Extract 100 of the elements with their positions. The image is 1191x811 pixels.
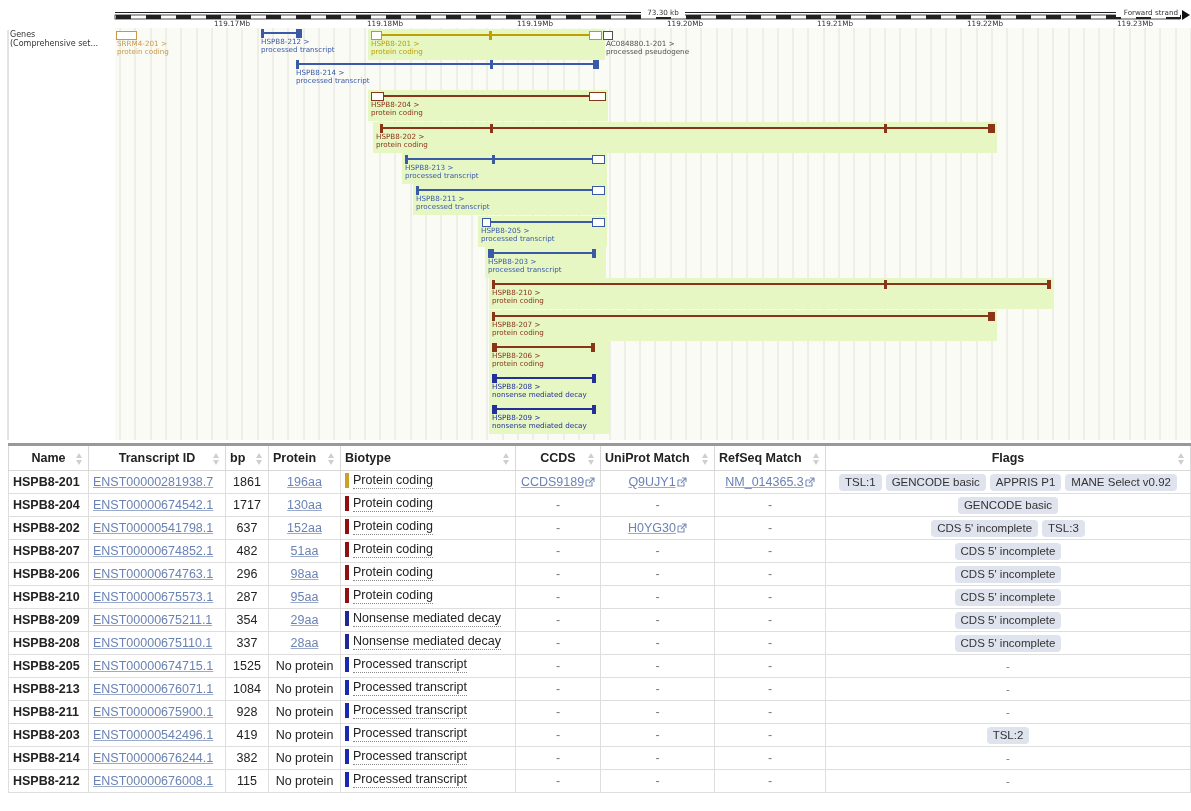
external-link-icon[interactable] bbox=[676, 523, 687, 533]
protein-value: No protein bbox=[275, 659, 334, 673]
empty-value: - bbox=[1006, 706, 1010, 718]
empty-value: - bbox=[767, 774, 773, 788]
empty-value: - bbox=[767, 682, 773, 696]
empty-value: - bbox=[655, 567, 660, 581]
protein-value: No protein bbox=[275, 728, 334, 742]
length-value: 287 bbox=[236, 590, 258, 604]
flag-badge: CDS 5' incomplete bbox=[954, 542, 1062, 560]
column-header[interactable]: bp bbox=[230, 451, 246, 465]
transcript-name: HSPB8-211 bbox=[13, 705, 79, 719]
protein-value: No protein bbox=[275, 774, 334, 788]
empty-value: - bbox=[767, 751, 773, 765]
flag-badge: CDS 5' incomplete bbox=[954, 611, 1062, 629]
biotype-text: Protein coding bbox=[353, 564, 433, 581]
biotype-text: Protein coding bbox=[353, 587, 433, 604]
external-link-icon[interactable] bbox=[585, 477, 596, 487]
empty-value: - bbox=[655, 751, 660, 765]
length-value: 637 bbox=[236, 521, 258, 535]
biotype-text: Protein coding bbox=[353, 495, 433, 512]
transcript-name: HSPB8-202 bbox=[13, 521, 80, 535]
length-value: 419 bbox=[236, 728, 258, 742]
empty-value: - bbox=[767, 728, 773, 742]
empty-value: - bbox=[655, 659, 660, 673]
transcript-model[interactable] bbox=[491, 373, 596, 383]
flag-badge: CDS 5' incomplete bbox=[954, 634, 1062, 652]
transcript-model[interactable] bbox=[481, 217, 605, 227]
column-header[interactable]: Biotype bbox=[345, 451, 391, 465]
empty-value: - bbox=[555, 682, 561, 696]
empty-value: - bbox=[555, 751, 561, 765]
empty-value: - bbox=[555, 590, 561, 604]
flag-badge: TSL:3 bbox=[1042, 519, 1085, 537]
transcript-model[interactable] bbox=[602, 30, 613, 40]
empty-value: - bbox=[767, 521, 773, 535]
transcript-name: HSPB8-212 bbox=[13, 774, 80, 788]
transcript-name: HSPB8-214 bbox=[13, 751, 80, 765]
empty-value: - bbox=[655, 705, 660, 719]
empty-value: - bbox=[555, 544, 561, 558]
biotype-text: Processed transcript bbox=[353, 679, 467, 696]
empty-value: - bbox=[1006, 660, 1010, 672]
track-sublabel: (Comprehensive set... bbox=[10, 39, 98, 48]
empty-value: - bbox=[767, 613, 773, 627]
length-value: 1525 bbox=[233, 659, 261, 673]
empty-value: - bbox=[555, 705, 561, 719]
transcript-name: HSPB8-201 bbox=[13, 475, 80, 489]
biotype-text: Nonsense mediated decay bbox=[353, 633, 501, 650]
flag-badge: TSL:1 bbox=[838, 473, 882, 491]
transcript-model[interactable] bbox=[491, 404, 596, 414]
empty-value: - bbox=[767, 567, 773, 581]
empty-value: - bbox=[655, 613, 660, 627]
strand-arrow-icon bbox=[1182, 10, 1190, 20]
flag-badge: APPRIS P1 bbox=[989, 473, 1062, 491]
transcript-model[interactable] bbox=[370, 91, 606, 101]
track-label: Genes bbox=[10, 30, 36, 39]
empty-value: - bbox=[1006, 683, 1010, 695]
column-header[interactable]: Flags bbox=[991, 451, 1025, 465]
length-value: 1084 bbox=[233, 682, 261, 696]
transcript-model[interactable] bbox=[379, 123, 995, 133]
length-value: 928 bbox=[236, 705, 258, 719]
empty-value: - bbox=[767, 659, 773, 673]
biotype-text: Processed transcript bbox=[353, 656, 467, 673]
length-value: 296 bbox=[236, 567, 258, 581]
empty-value: - bbox=[1006, 775, 1010, 787]
transcript-model[interactable] bbox=[491, 279, 1051, 289]
flag-badge: TSL:2 bbox=[986, 726, 1030, 744]
external-link-icon[interactable] bbox=[804, 477, 815, 487]
empty-value: - bbox=[555, 728, 561, 742]
transcript-name: HSPB8-209 bbox=[13, 613, 80, 627]
empty-value: - bbox=[555, 659, 561, 673]
length-value: 382 bbox=[236, 751, 258, 765]
transcript-model[interactable] bbox=[295, 59, 599, 69]
biotype-text: Protein coding bbox=[353, 541, 433, 558]
length-value: 482 bbox=[236, 544, 258, 558]
transcript-model[interactable] bbox=[404, 154, 605, 164]
external-link-icon[interactable] bbox=[676, 477, 687, 487]
transcript-model[interactable] bbox=[491, 342, 596, 352]
flag-badge: GENCODE basic bbox=[885, 473, 986, 491]
transcript-name: HSPB8-208 bbox=[13, 636, 80, 650]
empty-value: - bbox=[555, 636, 561, 650]
empty-value: - bbox=[767, 636, 773, 650]
transcript-name: HSPB8-205 bbox=[13, 659, 80, 673]
empty-value: - bbox=[1006, 752, 1010, 764]
transcript-name: HSPB8-204 bbox=[13, 498, 80, 512]
transcript-model[interactable] bbox=[415, 185, 605, 195]
flag-badge: CDS 5' incomplete bbox=[931, 519, 1039, 537]
transcript-model[interactable] bbox=[491, 311, 995, 321]
transcript-name: HSPB8-206 bbox=[13, 567, 80, 581]
transcript-model[interactable] bbox=[260, 28, 302, 38]
empty-value: - bbox=[655, 590, 660, 604]
biotype-text: Protein coding bbox=[353, 472, 433, 489]
biotype-text: Protein coding bbox=[353, 518, 433, 535]
empty-value: - bbox=[767, 498, 773, 512]
biotype-text: Processed transcript bbox=[353, 771, 467, 788]
flag-badge: CDS 5' incomplete bbox=[954, 588, 1062, 606]
protein-value: No protein bbox=[275, 705, 334, 719]
protein-value: No protein bbox=[275, 751, 334, 765]
transcript-model[interactable] bbox=[487, 248, 596, 258]
empty-value: - bbox=[655, 728, 660, 742]
empty-value: - bbox=[655, 544, 660, 558]
length-value: 354 bbox=[236, 613, 258, 627]
